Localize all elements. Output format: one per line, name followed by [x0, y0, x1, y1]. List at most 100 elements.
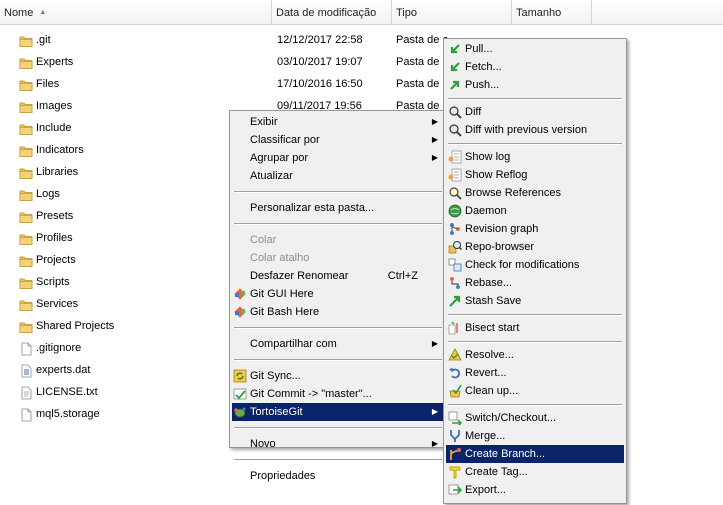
column-header-name[interactable]: Nome ▲	[0, 0, 272, 24]
menu-item-colar: Colar	[232, 231, 444, 249]
menu-item-label: Classificar por	[250, 134, 320, 146]
menu-item-push[interactable]: Push...	[446, 76, 624, 94]
menu-item-label: Rebase...	[465, 277, 513, 289]
column-header-size[interactable]: Tamanho	[512, 0, 592, 24]
show-log-icon	[448, 150, 462, 164]
column-header-date[interactable]: Data de modificação	[272, 0, 392, 24]
file-name: Shared Projects	[36, 320, 115, 332]
menu-item-resolve[interactable]: Resolve...	[446, 346, 624, 364]
menu-item-label: Personalizar esta pasta...	[250, 202, 375, 214]
folder-icon	[19, 144, 33, 158]
bisect-icon	[448, 321, 462, 335]
menu-separator	[448, 98, 622, 100]
git-bash-icon	[233, 305, 247, 319]
menu-item-label: Stash Save	[465, 295, 522, 307]
folder-icon	[19, 210, 33, 224]
menu-item-create-branch[interactable]: Create Branch...	[446, 445, 624, 463]
menu-item-diff-with-previous-version[interactable]: Diff with previous version	[446, 121, 624, 139]
menu-item-desfazer-renomear[interactable]: Desfazer Renomear Ctrl+Z	[232, 267, 444, 285]
git-sync-icon	[233, 369, 247, 383]
menu-item-clean-up[interactable]: Clean up...	[446, 382, 624, 400]
file-date: 17/10/2016 16:50	[277, 78, 363, 90]
menu-item-show-log[interactable]: Show log	[446, 148, 624, 166]
menu-item-stash-save[interactable]: Stash Save	[446, 292, 624, 310]
menu-item-show-reflog[interactable]: Show Reflog	[446, 166, 624, 184]
menu-item-revision-graph[interactable]: Revision graph	[446, 220, 624, 238]
file-name: mql5.storage	[36, 408, 100, 420]
menu-item-switch-checkout[interactable]: Switch/Checkout...	[446, 409, 624, 427]
menu-item-label: Diff	[465, 106, 482, 118]
menu-item-label: Merge...	[465, 430, 506, 442]
file-type: Pasta de a	[396, 56, 449, 68]
menu-item-label: Export...	[465, 484, 506, 496]
menu-item-check-for-modifications[interactable]: Check for modifications	[446, 256, 624, 274]
menu-item-bisect-start[interactable]: Bisect start	[446, 319, 624, 337]
menu-item-agrupar-por[interactable]: Agrupar por ▶	[232, 149, 444, 167]
submenu-arrow-icon: ▶	[431, 135, 438, 144]
file-name: Files	[36, 78, 60, 90]
menu-item-git-bash-here[interactable]: Git Bash Here	[232, 303, 444, 321]
menu-item-label: Git Commit -> "master"...	[250, 388, 372, 400]
file-name: Libraries	[36, 166, 79, 178]
file-name: .git	[36, 34, 51, 46]
menu-item-compartilhar-com[interactable]: Compartilhar com ▶	[232, 335, 444, 353]
menu-item-classificar-por[interactable]: Classificar por ▶	[232, 131, 444, 149]
folder-icon	[19, 100, 33, 114]
menu-item-propriedades[interactable]: Propriedades	[232, 467, 444, 485]
check-modifications-icon	[448, 258, 462, 272]
export-icon	[448, 483, 463, 497]
menu-item-create-tag[interactable]: Create Tag...	[446, 463, 624, 481]
menu-item-label: Colar atalho	[250, 252, 310, 264]
submenu-arrow-icon: ▶	[431, 439, 438, 448]
menu-item-atualizar[interactable]: Atualizar	[232, 167, 444, 185]
menu-item-label: Check for modifications	[465, 259, 580, 271]
text-file-icon	[19, 386, 33, 400]
menu-item-export[interactable]: Export...	[446, 481, 624, 499]
menu-item-label: Browse References	[465, 187, 561, 199]
file-date: 03/10/2017 19:07	[277, 56, 363, 68]
menu-item-repo-browser[interactable]: Repo-browser	[446, 238, 624, 256]
git-gui-icon	[233, 287, 247, 301]
menu-item-git-sync[interactable]: Git Sync...	[232, 367, 444, 385]
menu-item-label: Revert...	[465, 367, 507, 379]
create-tag-icon	[448, 465, 462, 479]
revision-graph-icon	[448, 222, 462, 236]
file-name: Scripts	[36, 276, 70, 288]
menu-item-label: Compartilhar com	[250, 338, 337, 350]
menu-item-rebase[interactable]: Rebase...	[446, 274, 624, 292]
folder-icon	[19, 56, 33, 70]
menu-separator	[234, 327, 442, 329]
menu-item-git-gui-here[interactable]: Git GUI Here	[232, 285, 444, 303]
menu-item-label: Create Branch...	[465, 448, 546, 460]
menu-item-merge[interactable]: Merge...	[446, 427, 624, 445]
menu-item-label: Daemon	[465, 205, 507, 217]
menu-item-diff[interactable]: Diff	[446, 103, 624, 121]
menu-item-personalizar-esta-pasta[interactable]: Personalizar esta pasta...	[232, 199, 444, 217]
stash-save-icon	[448, 294, 462, 308]
menu-item-revert[interactable]: Revert...	[446, 364, 624, 382]
file-name: Indicators	[36, 144, 84, 156]
file-name: Images	[36, 100, 73, 112]
file-type: Pasta de a	[396, 78, 449, 90]
menu-item-fetch[interactable]: Fetch...	[446, 58, 624, 76]
menu-item-tortoisegit[interactable]: TortoiseGit ▶	[232, 403, 444, 421]
menu-item-pull[interactable]: Pull...	[446, 40, 624, 58]
menu-item-git-commit-master[interactable]: Git Commit -> "master"...	[232, 385, 444, 403]
git-commit-icon	[233, 387, 247, 401]
menu-item-label: Colar	[250, 234, 277, 246]
menu-item-novo[interactable]: Novo ▶	[232, 435, 444, 453]
menu-item-label: Fetch...	[465, 61, 502, 73]
menu-separator	[448, 143, 622, 145]
menu-item-exibir[interactable]: Exibir ▶	[232, 113, 444, 131]
menu-item-label: Atualizar	[250, 170, 293, 182]
menu-item-daemon[interactable]: Daemon	[446, 202, 624, 220]
menu-item-label: Propriedades	[250, 470, 316, 482]
diff-icon	[448, 105, 462, 119]
menu-item-browse-references[interactable]: Browse References	[446, 184, 624, 202]
column-header-type[interactable]: Tipo	[392, 0, 512, 24]
tortoisegit-submenu: Pull... Fetch... Push... Diff Diff with prev…	[443, 38, 627, 504]
file-name: experts.dat	[36, 364, 91, 376]
menu-item-label: Diff with previous version	[465, 124, 588, 136]
tortoisegit-icon	[233, 405, 247, 419]
folder-icon	[19, 34, 33, 48]
